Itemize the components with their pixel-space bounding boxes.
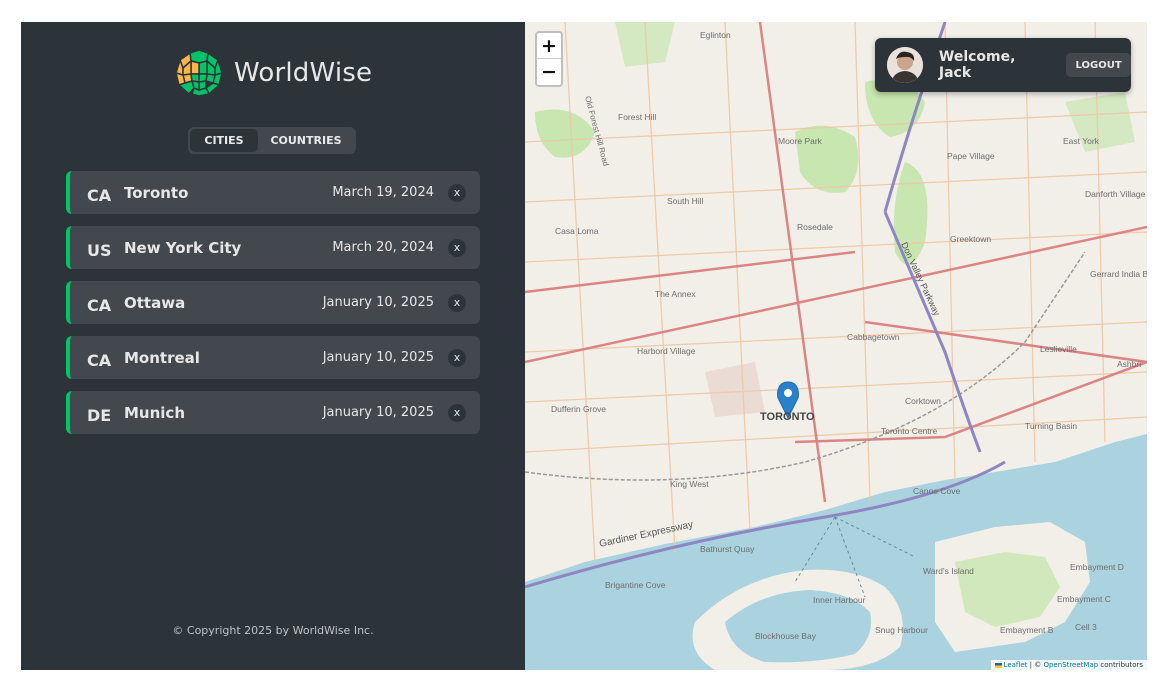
delete-city-button[interactable]: x (448, 238, 466, 257)
map-label-inner-harbour: Inner Harbour (813, 595, 866, 605)
osm-link[interactable]: OpenStreetMap (1043, 661, 1098, 669)
map-label-rosedale: Rosedale (797, 222, 833, 232)
map[interactable]: Eglinton Forest Hill Moore Park South Hi… (525, 22, 1147, 670)
map-label-gerrard-india-bazaar: Gerrard India Bazaar (1090, 269, 1147, 279)
city-date: March 20, 2024 (332, 240, 434, 255)
city-item[interactable]: CA Montreal January 10, 2025 x (66, 336, 480, 379)
map-label-turning-basin: Turning Basin (1025, 421, 1077, 431)
map-label-embayment-b: Embayment B (1000, 625, 1054, 635)
city-name: Montreal (124, 348, 200, 367)
city-item[interactable]: US New York City March 20, 2024 x (66, 226, 480, 269)
user-panel: Welcome, Jack LOGOUT (875, 38, 1131, 92)
city-item[interactable]: CA Toronto March 19, 2024 x (66, 171, 480, 214)
delete-city-button[interactable]: x (448, 348, 466, 367)
map-label-king-west: King West (670, 479, 709, 489)
city-country-code: US (87, 240, 112, 260)
city-name: New York City (124, 238, 242, 257)
delete-city-button[interactable]: x (448, 403, 466, 422)
city-date: January 10, 2025 (322, 295, 434, 310)
city-date: January 10, 2025 (322, 350, 434, 365)
map-label-corktown: Corktown (905, 396, 941, 406)
delete-city-button[interactable]: x (448, 183, 466, 202)
map-label-danforth-village: Danforth Village (1085, 189, 1146, 199)
tab-countries[interactable]: COUNTRIES (258, 129, 354, 152)
map-label-leslieville: Leslieville (1040, 344, 1077, 354)
avatar (887, 47, 923, 83)
map-label-brigantine-cove: Brigantine Cove (605, 580, 666, 590)
city-country-code: CA (87, 295, 112, 315)
city-country-code: DE (87, 405, 112, 425)
tab-bar: CITIES COUNTRIES (188, 127, 356, 154)
delete-city-button[interactable]: x (448, 293, 466, 312)
map-attribution: Leaflet | © OpenStreetMap contributors (990, 660, 1147, 670)
zoom-in-button[interactable]: + (537, 33, 561, 59)
city-item[interactable]: CA Ottawa January 10, 2025 x (66, 281, 480, 324)
map-label-dufferin-grove: Dufferin Grove (551, 404, 606, 414)
tab-cities[interactable]: CITIES (190, 129, 258, 152)
map-marker-label: TORONTO (760, 411, 815, 423)
leaflet-link[interactable]: Leaflet (1004, 661, 1028, 669)
city-country-code: CA (87, 350, 112, 370)
map-label-east-york: East York (1063, 136, 1100, 146)
brand-name: WorldWise (234, 58, 373, 88)
map-label-harbord-village: Harbord Village (637, 346, 696, 356)
logo[interactable]: WorldWise (174, 48, 372, 98)
logout-button[interactable]: LOGOUT (1066, 53, 1131, 77)
map-label-embayment-d: Embayment D (1070, 562, 1124, 572)
copyright-footer: © Copyright 2025 by WorldWise Inc. (172, 624, 374, 637)
map-label-pape-village: Pape Village (947, 151, 995, 161)
map-label-canoe-cove: Canoe Cove (913, 486, 961, 496)
city-date: January 10, 2025 (322, 405, 434, 420)
map-label-toronto-centre: Toronto Centre (881, 426, 937, 436)
map-label-the-annex: The Annex (655, 289, 696, 299)
city-name: Munich (124, 403, 185, 422)
map-label-forest-hill: Forest Hill (618, 112, 656, 122)
zoom-out-button[interactable]: − (537, 59, 561, 85)
map-tiles[interactable]: Eglinton Forest Hill Moore Park South Hi… (525, 22, 1147, 670)
attribution-separator: | © (1027, 661, 1044, 669)
map-label-south-hill: South Hill (667, 196, 703, 206)
city-list: CA Toronto March 19, 2024 x US New York … (66, 171, 480, 446)
city-name: Ottawa (124, 293, 186, 312)
map-label-eglinton: Eglinton (700, 30, 731, 40)
map-label-moore-park: Moore Park (778, 136, 823, 146)
ukraine-flag-icon (994, 662, 1002, 668)
map-label-blockhouse-bay: Blockhouse Bay (755, 631, 817, 641)
map-label-snug-harbour: Snug Harbour (875, 625, 928, 635)
app: WorldWise CITIES COUNTRIES CA Toronto Ma… (21, 22, 1147, 670)
map-label-cell-3: Cell 3 (1075, 622, 1097, 632)
map-label-wards-island: Ward's Island (923, 566, 974, 576)
map-label-ashbri: Ashbri (1117, 359, 1141, 369)
welcome-text: Welcome, Jack (938, 49, 1016, 81)
globe-logo-icon (174, 49, 224, 97)
map-label-bathurst-quay: Bathurst Quay (700, 544, 755, 554)
map-label-embayment-c: Embayment C (1057, 594, 1111, 604)
attribution-contributors: contributors (1098, 661, 1143, 669)
map-label-cabbagetown: Cabbagetown (847, 332, 900, 342)
city-item[interactable]: DE Munich January 10, 2025 x (66, 391, 480, 434)
city-name: Toronto (124, 183, 189, 202)
city-date: March 19, 2024 (332, 185, 434, 200)
city-country-code: CA (87, 185, 112, 205)
sidebar: WorldWise CITIES COUNTRIES CA Toronto Ma… (21, 22, 525, 670)
zoom-control: + − (535, 31, 563, 87)
map-label-casa-loma: Casa Loma (555, 226, 599, 236)
map-label-greektown: Greektown (950, 234, 991, 244)
